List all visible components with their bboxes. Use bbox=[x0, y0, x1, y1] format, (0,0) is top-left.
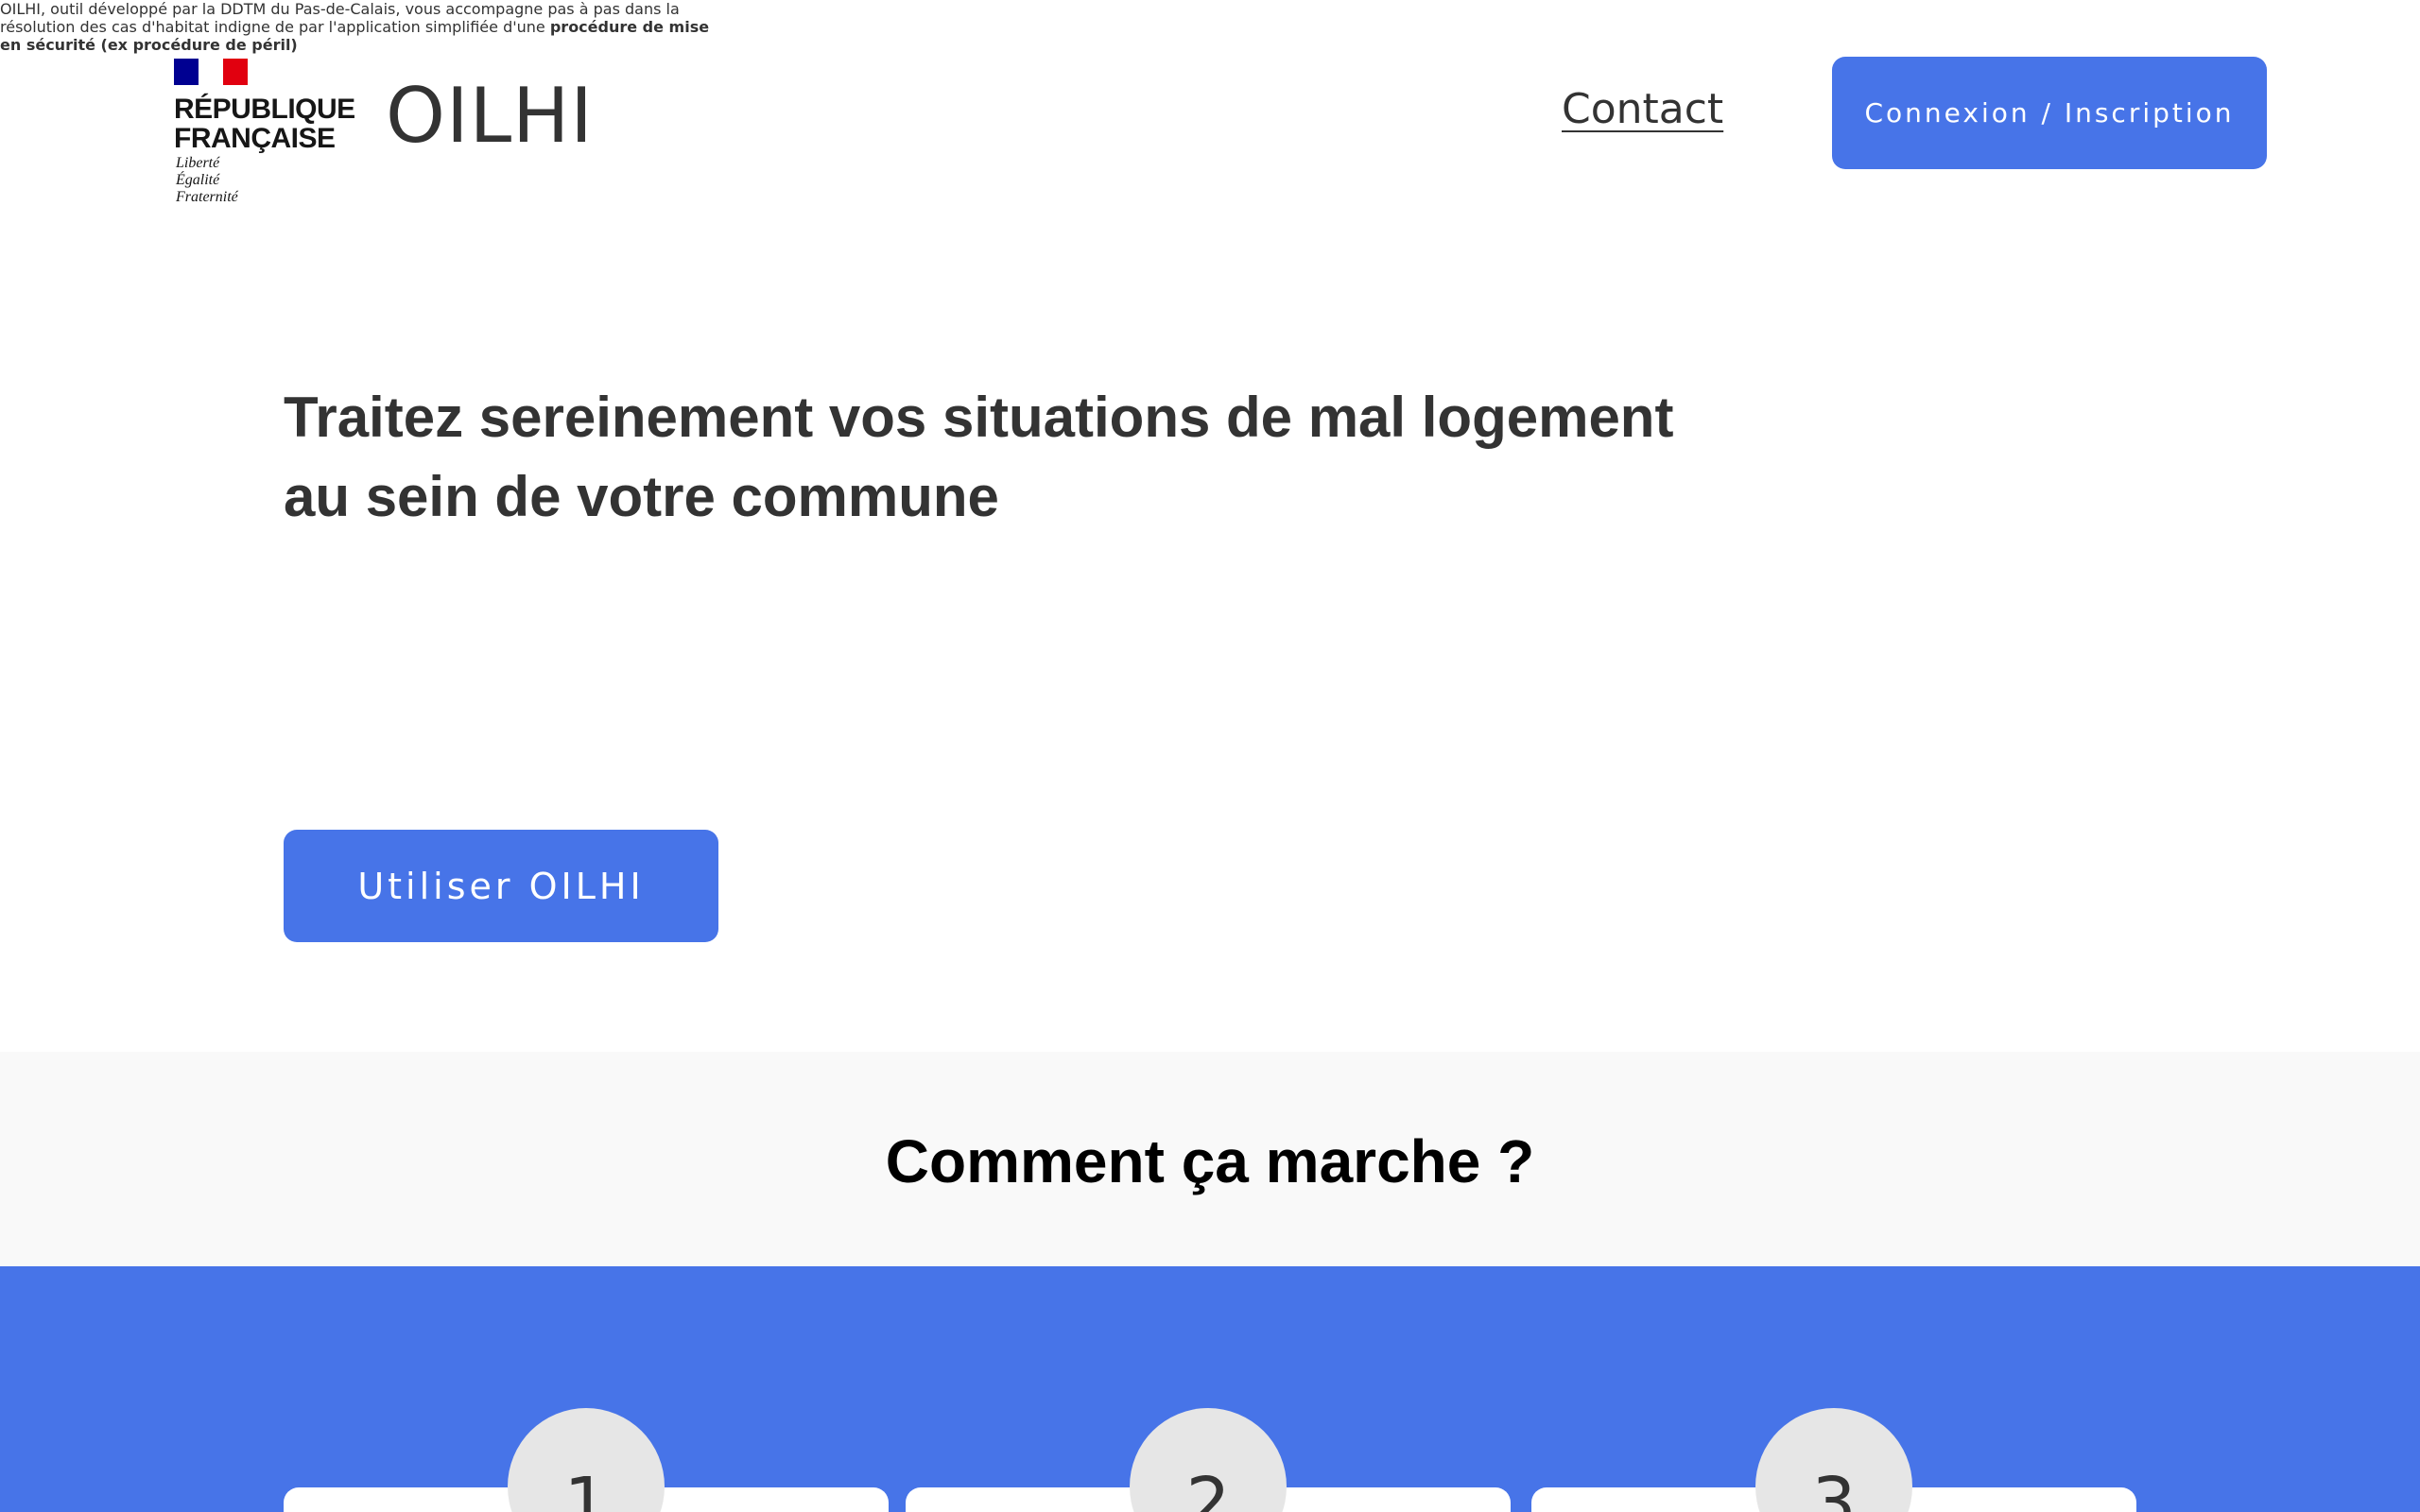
motto-line2: Égalité bbox=[176, 172, 220, 188]
gov-name: RÉPUBLIQUE FRANÇAISE bbox=[174, 94, 355, 153]
motto-line1: Liberté bbox=[176, 155, 220, 171]
app-name[interactable]: OILHI bbox=[386, 74, 594, 159]
flag-white-band bbox=[199, 59, 223, 85]
how-it-works-section: Comment ça marche ? bbox=[0, 1052, 2420, 1266]
use-oilhi-button[interactable]: Utiliser OILHI bbox=[284, 830, 718, 942]
hero-title-line1: Traitez sereinement vos situations de ma… bbox=[284, 386, 1674, 449]
site-header: RÉPUBLIQUE FRANÇAISE Liberté Égalité Fra… bbox=[0, 0, 2420, 227]
step-number-2: 2 bbox=[1130, 1408, 1287, 1512]
french-flag-icon bbox=[174, 59, 248, 85]
hero-title: Traitez sereinement vos situations de ma… bbox=[284, 378, 2080, 537]
contact-link[interactable]: Contact bbox=[1562, 81, 1723, 138]
motto-line3: Fraternité bbox=[176, 189, 238, 205]
steps-band: 1 2 3 bbox=[0, 1266, 2420, 1512]
gov-motto: Liberté Égalité Fraternité bbox=[176, 155, 238, 206]
flag-red-band bbox=[223, 59, 248, 85]
republique-francaise-logo[interactable]: RÉPUBLIQUE FRANÇAISE Liberté Égalité Fra… bbox=[174, 59, 355, 210]
hero-title-line2: au sein de votre commune bbox=[284, 465, 999, 528]
gov-name-line1: RÉPUBLIQUE bbox=[174, 94, 355, 125]
flag-blue-band bbox=[174, 59, 199, 85]
login-signup-button[interactable]: Connexion / Inscription bbox=[1832, 57, 2267, 169]
step-number-3: 3 bbox=[1755, 1408, 1912, 1512]
step-number-1: 1 bbox=[508, 1408, 665, 1512]
gov-name-line2: FRANÇAISE bbox=[174, 123, 336, 154]
how-it-works-title: Comment ça marche ? bbox=[885, 1127, 1535, 1195]
